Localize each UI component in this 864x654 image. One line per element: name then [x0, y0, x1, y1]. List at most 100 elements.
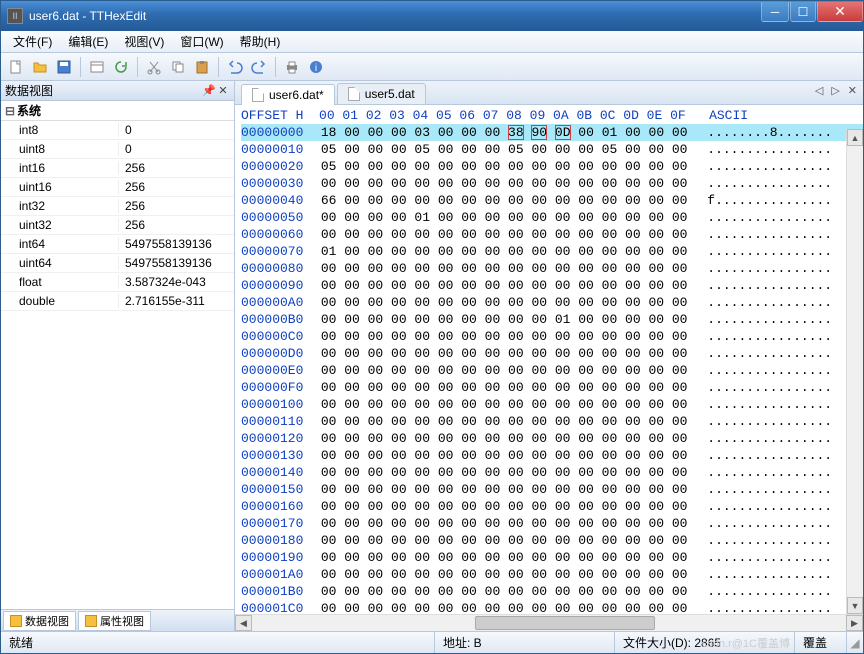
tab-user6[interactable]: user6.dat* [241, 84, 335, 105]
hex-row[interactable]: 000000B0 00 00 00 00 00 00 00 00 00 00 0… [241, 311, 863, 328]
undo-icon[interactable] [224, 56, 246, 78]
property-row[interactable]: int80 [1, 121, 234, 140]
tab-close-icon[interactable]: ✕ [848, 84, 857, 97]
property-value: 3.587324e-043 [119, 275, 234, 289]
hex-row[interactable]: 00000170 00 00 00 00 00 00 00 00 00 00 0… [241, 515, 863, 532]
horizontal-scrollbar[interactable]: ◀ ▶ [235, 614, 863, 631]
hex-row[interactable]: 00000140 00 00 00 00 00 00 00 00 00 00 0… [241, 464, 863, 481]
copy-icon[interactable] [167, 56, 189, 78]
collapse-icon[interactable]: ⊟ [5, 104, 17, 118]
hex-row[interactable]: 000001B0 00 00 00 00 00 00 00 00 00 00 0… [241, 583, 863, 600]
property-row[interactable]: int32256 [1, 197, 234, 216]
hex-row[interactable]: 00000010 05 00 00 00 05 00 00 00 05 00 0… [241, 141, 863, 158]
menubar: 文件(F) 编辑(E) 视图(V) 窗口(W) 帮助(H) [1, 31, 863, 53]
hex-row[interactable]: 00000130 00 00 00 00 00 00 00 00 00 00 0… [241, 447, 863, 464]
hex-header: OFFSET H 00 01 02 03 04 05 06 07 08 09 0… [241, 107, 863, 124]
property-value: 256 [119, 199, 234, 213]
hex-row[interactable]: 00000040 66 00 00 00 00 00 00 00 00 00 0… [241, 192, 863, 209]
property-list: int80uint80int16256uint16256int32256uint… [1, 121, 234, 609]
hex-row[interactable]: 000001C0 00 00 00 00 00 00 00 00 00 00 0… [241, 600, 863, 614]
scroll-up-icon[interactable]: ▲ [847, 129, 863, 146]
hex-row[interactable]: 00000100 00 00 00 00 00 00 00 00 00 00 0… [241, 396, 863, 413]
hex-row[interactable]: 000001A0 00 00 00 00 00 00 00 00 00 00 0… [241, 566, 863, 583]
properties-icon[interactable] [86, 56, 108, 78]
hex-row[interactable]: 00000090 00 00 00 00 00 00 00 00 00 00 0… [241, 277, 863, 294]
menu-view[interactable]: 视图(V) [116, 31, 172, 52]
property-row[interactable]: uint16256 [1, 178, 234, 197]
redo-icon[interactable] [248, 56, 270, 78]
hex-row[interactable]: 00000020 05 00 00 00 00 00 00 00 00 00 0… [241, 158, 863, 175]
help-icon[interactable]: i [305, 56, 327, 78]
hex-row[interactable]: 00000000 18 00 00 00 03 00 00 00 38 90 0… [241, 124, 863, 141]
property-key: uint8 [1, 142, 119, 156]
hex-row[interactable]: 00000110 00 00 00 00 00 00 00 00 00 00 0… [241, 413, 863, 430]
sidebar-tabs: 数据视图 属性视图 [1, 609, 234, 631]
property-row[interactable]: uint80 [1, 140, 234, 159]
hex-row[interactable]: 00000150 00 00 00 00 00 00 00 00 00 00 0… [241, 481, 863, 498]
toolbar: i [1, 53, 863, 81]
scroll-thumb[interactable] [475, 616, 655, 630]
property-row[interactable]: int16256 [1, 159, 234, 178]
refresh-icon[interactable] [110, 56, 132, 78]
hex-row[interactable]: 00000160 00 00 00 00 00 00 00 00 00 00 0… [241, 498, 863, 515]
menu-window[interactable]: 窗口(W) [172, 31, 231, 52]
hex-editor[interactable]: OFFSET H 00 01 02 03 04 05 06 07 08 09 0… [235, 105, 863, 631]
minimize-button[interactable]: ─ [761, 2, 789, 22]
property-row[interactable]: int645497558139136 [1, 235, 234, 254]
hex-row[interactable]: 000000A0 00 00 00 00 00 00 00 00 00 00 0… [241, 294, 863, 311]
scroll-right-icon[interactable]: ▶ [846, 615, 863, 631]
open-file-icon[interactable] [29, 56, 51, 78]
property-row[interactable]: double2.716155e-311 [1, 292, 234, 311]
tab-prev-icon[interactable]: ◁ [815, 84, 823, 97]
new-file-icon[interactable] [5, 56, 27, 78]
property-row[interactable]: uint645497558139136 [1, 254, 234, 273]
watermark: csdn.r@1C覆盖博 [702, 635, 790, 651]
pin-icon[interactable]: 📌 [202, 84, 216, 97]
property-key: float [1, 275, 119, 289]
group-label: 系统 [17, 102, 41, 119]
tab-icon [10, 615, 22, 627]
menu-file[interactable]: 文件(F) [5, 31, 60, 52]
hex-row[interactable]: 00000180 00 00 00 00 00 00 00 00 00 00 0… [241, 532, 863, 549]
hex-row[interactable]: 000000F0 00 00 00 00 00 00 00 00 00 00 0… [241, 379, 863, 396]
status-mode: 覆盖 [795, 632, 847, 653]
menu-edit[interactable]: 编辑(E) [60, 31, 116, 52]
print-icon[interactable] [281, 56, 303, 78]
paste-icon[interactable] [191, 56, 213, 78]
save-icon[interactable] [53, 56, 75, 78]
hex-row[interactable]: 00000080 00 00 00 00 00 00 00 00 00 00 0… [241, 260, 863, 277]
vertical-scrollbar[interactable]: ▲ ▼ [846, 129, 863, 614]
property-key: double [1, 294, 119, 308]
titlebar[interactable]: II user6.dat - TTHexEdit ─ ☐ ✕ [1, 1, 863, 31]
separator [218, 57, 219, 77]
tab-user5[interactable]: user5.dat [337, 83, 426, 104]
property-key: int64 [1, 237, 119, 251]
hex-row[interactable]: 00000070 01 00 00 00 00 00 00 00 00 00 0… [241, 243, 863, 260]
hex-row[interactable]: 00000190 00 00 00 00 00 00 00 00 00 00 0… [241, 549, 863, 566]
resize-grip-icon[interactable]: ◢ [847, 636, 863, 650]
tab-attr-view[interactable]: 属性视图 [78, 611, 151, 631]
group-header[interactable]: ⊟ 系统 [1, 101, 234, 121]
hex-row[interactable]: 000000C0 00 00 00 00 00 00 00 00 00 00 0… [241, 328, 863, 345]
close-button[interactable]: ✕ [817, 2, 863, 22]
property-row[interactable]: uint32256 [1, 216, 234, 235]
scroll-down-icon[interactable]: ▼ [847, 597, 863, 614]
hex-row[interactable]: 00000050 00 00 00 00 01 00 00 00 00 00 0… [241, 209, 863, 226]
tab-data-view[interactable]: 数据视图 [3, 611, 76, 631]
cut-icon[interactable] [143, 56, 165, 78]
maximize-button[interactable]: ☐ [790, 2, 816, 22]
hex-row[interactable]: 00000030 00 00 00 00 00 00 00 00 00 00 0… [241, 175, 863, 192]
panel-title: 数据视图 [5, 82, 53, 99]
main-area: user6.dat* user5.dat ◁ ▷ ✕ OFFSET H 00 0… [235, 81, 863, 631]
sidebar: 数据视图 📌 ✕ ⊟ 系统 int80uint80int16256uint162… [1, 81, 235, 631]
hex-row[interactable]: 000000E0 00 00 00 00 00 00 00 00 00 00 0… [241, 362, 863, 379]
panel-close-icon[interactable]: ✕ [216, 84, 230, 97]
hex-row[interactable]: 00000060 00 00 00 00 00 00 00 00 00 00 0… [241, 226, 863, 243]
hex-row[interactable]: 000000D0 00 00 00 00 00 00 00 00 00 00 0… [241, 345, 863, 362]
scroll-left-icon[interactable]: ◀ [235, 615, 252, 631]
property-row[interactable]: float3.587324e-043 [1, 273, 234, 292]
property-key: uint64 [1, 256, 119, 270]
hex-row[interactable]: 00000120 00 00 00 00 00 00 00 00 00 00 0… [241, 430, 863, 447]
menu-help[interactable]: 帮助(H) [232, 31, 289, 52]
tab-next-icon[interactable]: ▷ [831, 84, 839, 97]
